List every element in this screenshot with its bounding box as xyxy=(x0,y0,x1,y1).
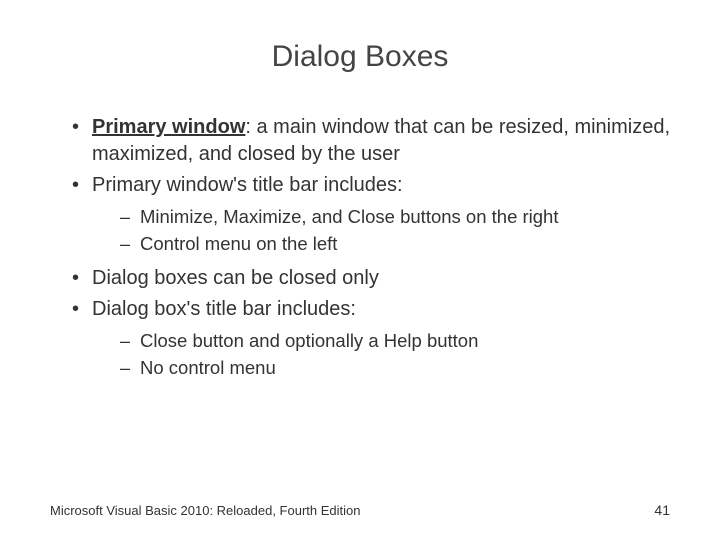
page-number: 41 xyxy=(654,502,670,518)
slide-content: Primary window: a main window that can b… xyxy=(50,114,670,381)
bullet-text: Dialog boxes can be closed only xyxy=(92,267,379,289)
footer-source: Microsoft Visual Basic 2010: Reloaded, F… xyxy=(50,503,360,518)
bullet-list-level2: Close button and optionally a Help butto… xyxy=(92,329,670,381)
bullet-item-4: Dialog box's title bar includes: Close b… xyxy=(70,296,670,381)
slide-title: Dialog Boxes xyxy=(50,40,670,74)
sub-bullet-item: Minimize, Maximize, and Close buttons on… xyxy=(120,205,670,230)
slide-footer: Microsoft Visual Basic 2010: Reloaded, F… xyxy=(50,502,670,518)
bullet-term: Primary window xyxy=(92,116,245,138)
bullet-item-2: Primary window's title bar includes: Min… xyxy=(70,172,670,257)
bullet-list-level1: Primary window: a main window that can b… xyxy=(70,114,670,381)
bullet-text: Primary window's title bar includes: xyxy=(92,174,403,196)
bullet-list-level2: Minimize, Maximize, and Close buttons on… xyxy=(92,205,670,257)
sub-bullet-item: No control menu xyxy=(120,356,670,381)
bullet-item-3: Dialog boxes can be closed only xyxy=(70,265,670,292)
bullet-text: Dialog box's title bar includes: xyxy=(92,298,356,320)
bullet-item-1: Primary window: a main window that can b… xyxy=(70,114,670,168)
sub-bullet-item: Control menu on the left xyxy=(120,232,670,257)
sub-bullet-item: Close button and optionally a Help butto… xyxy=(120,329,670,354)
